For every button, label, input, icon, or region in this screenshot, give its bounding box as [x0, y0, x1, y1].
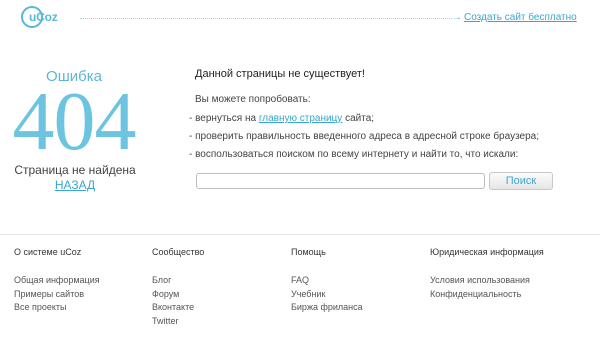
footer-link[interactable]: Конфиденциальность: [430, 288, 570, 302]
message-try-text: Вы можете попробовать:: [195, 94, 311, 105]
back-link[interactable]: НАЗАД: [0, 178, 150, 192]
footer-link[interactable]: Все проекты: [14, 301, 154, 315]
footer-heading: Сообщество: [152, 247, 205, 257]
footer-link[interactable]: Примеры сайтов: [14, 288, 154, 302]
suggestion-home: - вернуться на главную страницу сайта;: [189, 112, 539, 130]
footer-column-community: Сообщество Блог Форум Вконтакте Twitter: [152, 246, 292, 328]
search-button[interactable]: Поиск: [489, 172, 553, 190]
create-site-link[interactable]: Создать сайт бесплатно: [464, 12, 577, 23]
footer-link[interactable]: FAQ: [291, 274, 431, 288]
ucoz-logo[interactable]: uCoz: [21, 6, 61, 28]
footer-link[interactable]: Биржа фриланса: [291, 301, 431, 315]
footer-link[interactable]: Общая информация: [14, 274, 154, 288]
suggestion-home-suffix: сайта;: [342, 113, 375, 124]
suggestion-check-address: - проверить правильность введенного адре…: [189, 131, 540, 142]
suggestion-home-prefix: - вернуться на: [189, 113, 259, 124]
footer-column-about: О системе uCoz Общая информация Примеры …: [14, 246, 154, 315]
footer-link[interactable]: Блог: [152, 274, 292, 288]
top-bar: uCoz → Создать сайт бесплатно: [0, 0, 600, 36]
footer-link[interactable]: Условия использования: [430, 274, 570, 288]
message-title: Данной страницы не существует!: [195, 68, 365, 80]
error-subtitle: Страница не найдена: [14, 163, 136, 177]
footer-heading: Помощь: [291, 247, 326, 257]
dotted-divider: [80, 18, 452, 19]
home-page-link[interactable]: главную страницу: [259, 113, 342, 124]
footer-heading: Юридическая информация: [430, 247, 544, 257]
suggestions-list: - вернуться на главную страницу сайта; -…: [189, 112, 539, 166]
suggestion-search: - воспользоваться поиском по всему интер…: [189, 149, 519, 160]
arrow-right-icon: →: [452, 12, 462, 23]
footer-link[interactable]: Учебник: [291, 288, 431, 302]
search-input[interactable]: [196, 173, 485, 189]
error-code: 404: [12, 75, 137, 168]
logo-text: uCoz: [29, 10, 58, 24]
footer-link[interactable]: Форум: [152, 288, 292, 302]
footer-heading: О системе uCoz: [14, 247, 82, 257]
footer-divider: [0, 234, 600, 235]
footer-column-help: Помощь FAQ Учебник Биржа фриланса: [291, 246, 431, 315]
footer-link[interactable]: Вконтакте: [152, 301, 292, 315]
footer-column-legal: Юридическая информация Условия использов…: [430, 246, 570, 301]
footer-link[interactable]: Twitter: [152, 315, 292, 329]
